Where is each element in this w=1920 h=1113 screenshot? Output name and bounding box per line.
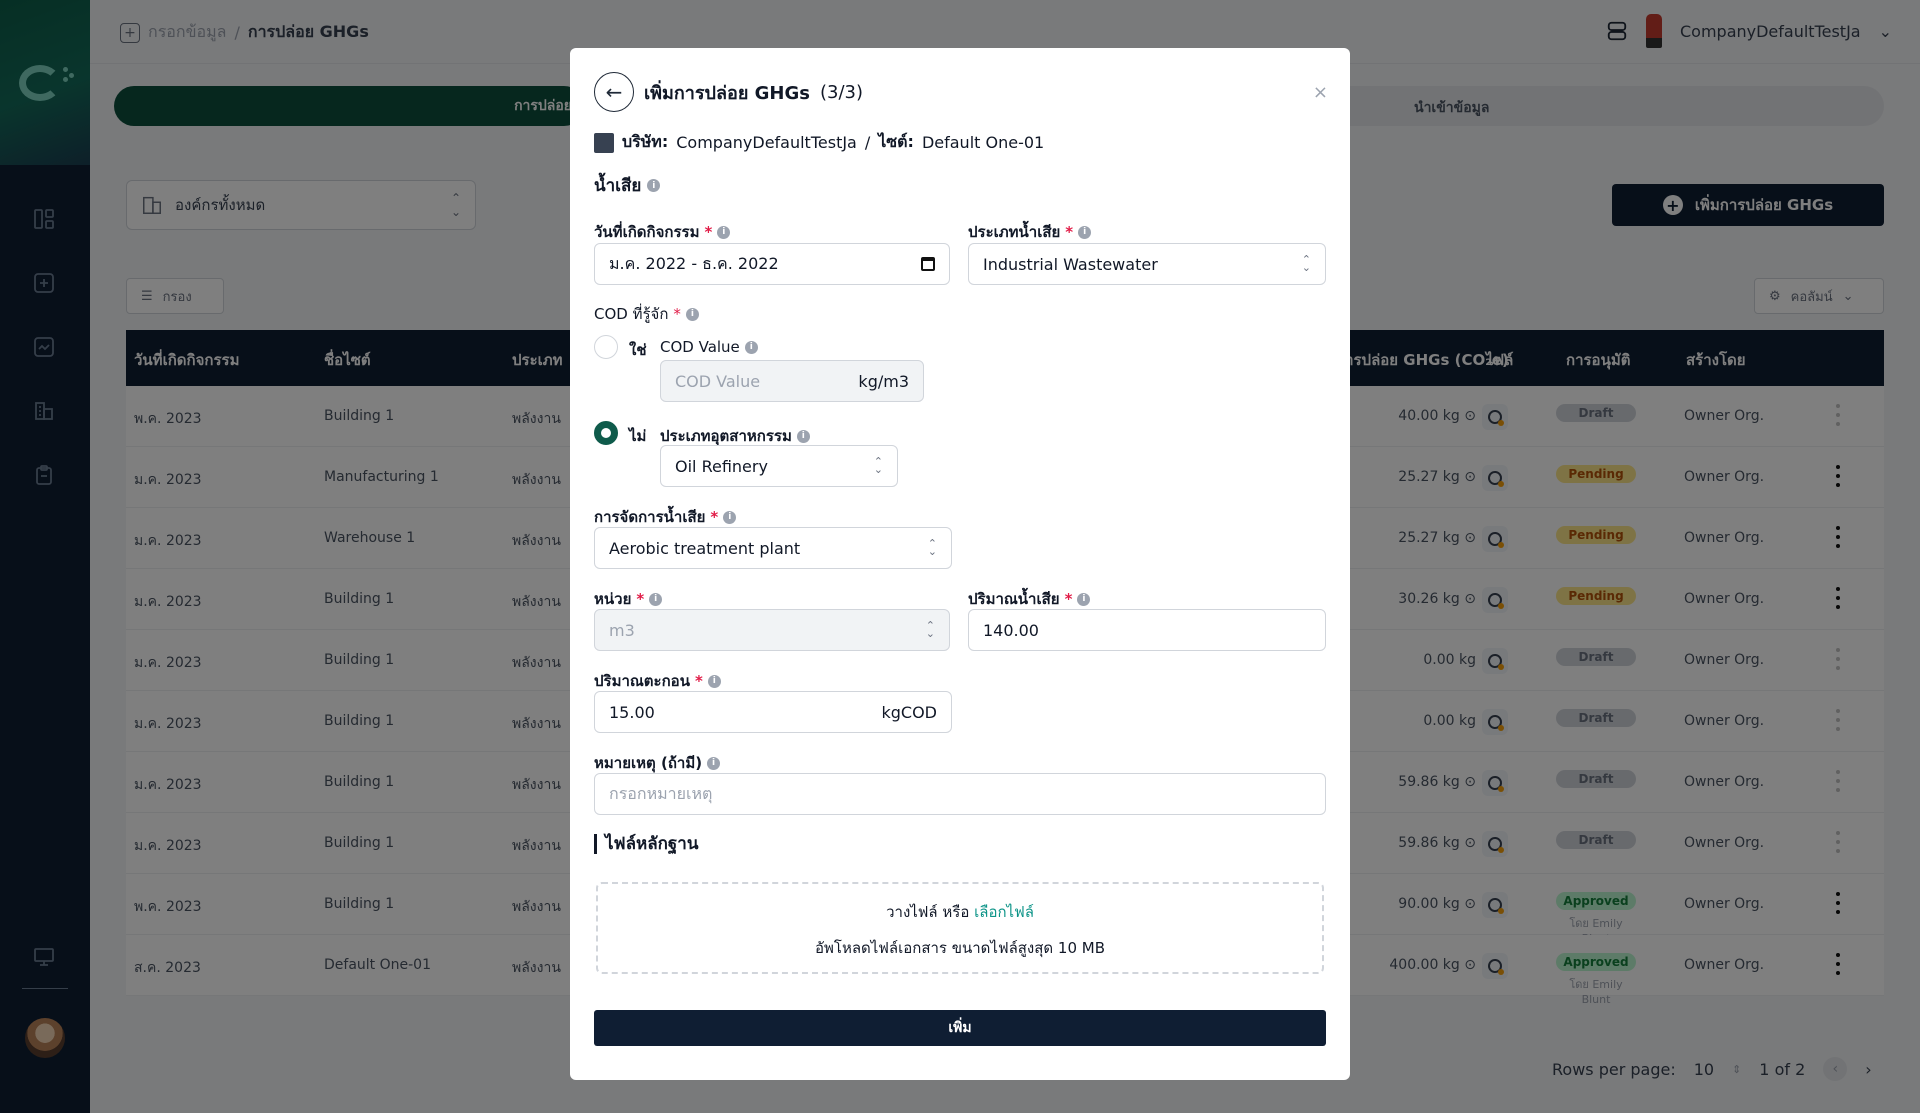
cod-value-input[interactable]: COD Value kg/m3 <box>660 360 924 402</box>
info-icon[interactable]: i <box>717 225 731 239</box>
cod-yes-radio[interactable] <box>594 335 618 359</box>
info-icon[interactable]: i <box>707 756 721 770</box>
cod-yes-label: ใช่ <box>629 341 647 359</box>
volume-label: ปริมาณน้ำเสีย * i <box>968 587 1091 611</box>
wastewater-type-value: Industrial Wastewater <box>983 254 1158 274</box>
chevron-updown-icon: ⌃⌄ <box>925 619 935 640</box>
site-label: ไซต์: <box>878 132 914 151</box>
volume-value: 140.00 <box>983 620 1039 640</box>
dropzone-text: วางไฟล์ หรือ <box>886 903 970 921</box>
unit-label-text: หน่วย <box>594 590 632 608</box>
cod-known-label-text: COD ที่รู้จัก <box>594 305 669 323</box>
date-range-value: ม.ค. 2022 - ธ.ค. 2022 <box>609 253 779 273</box>
info-icon[interactable]: i <box>744 340 758 354</box>
unit-select[interactable]: m3 ⌃ ⌄ <box>594 609 950 651</box>
wastewater-type-label-text: ประเภทน้ำเสีย <box>968 223 1061 241</box>
choose-file-link[interactable]: เลือกไฟล์ <box>974 903 1034 921</box>
cod-no-radio[interactable] <box>594 421 618 445</box>
unit-value: m3 <box>609 620 635 640</box>
sludge-value: 15.00 <box>609 702 655 722</box>
wastewater-type-select[interactable]: Industrial Wastewater ⌃ ⌄ <box>968 243 1326 285</box>
sludge-label: ปริมาณตะกอน * i <box>594 669 721 693</box>
arrow-left-icon: ← <box>605 80 623 104</box>
modal-company-info: บริษัท: CompanyDefaultTestJa / ไซต์: Def… <box>594 130 1044 155</box>
dropzone-hint: อัพโหลดไฟล์เอกสาร ขนาดไฟล์สูงสุด 10 MB <box>814 939 1105 957</box>
modal-title: เพิ่มการปล่อย GHGs <box>644 82 810 104</box>
industry-select[interactable]: Oil Refinery ⌃ ⌄ <box>660 445 898 487</box>
info-icon[interactable]: i <box>707 674 721 688</box>
submit-button[interactable]: เพิ่ม <box>594 1010 1326 1046</box>
treatment-value: Aerobic treatment plant <box>609 538 801 558</box>
treatment-label-text: การจัดการน้ำเสีย <box>594 508 706 526</box>
site-value: Default One-01 <box>921 133 1045 152</box>
company-value: CompanyDefaultTestJa <box>676 133 857 152</box>
volume-input[interactable]: 140.00 <box>968 609 1326 651</box>
wastewater-type-label: ประเภทน้ำเสีย * i <box>968 220 1092 244</box>
company-label: บริษัท: <box>622 132 669 151</box>
cod-value-label: COD Value i <box>660 338 758 356</box>
section-title: น้ำเสีย i <box>594 172 661 199</box>
cod-no-label: ไม่ <box>629 427 647 445</box>
treatment-label: การจัดการน้ำเสีย * i <box>594 505 737 529</box>
sludge-input[interactable]: 15.00 kgCOD <box>594 691 952 733</box>
modal-step: (3/3) <box>819 81 863 103</box>
note-input[interactable]: กรอกหมายเหตุ <box>594 773 1326 815</box>
note-label-text: หมายเหตุ (ถ้ามี) <box>594 754 703 772</box>
info-icon[interactable]: i <box>723 510 737 524</box>
file-dropzone[interactable]: วางไฟล์ หรือ เลือกไฟล์ อัพโหลดไฟล์เอกสาร… <box>596 882 1324 974</box>
date-label-text: วันที่เกิดกิจกรรม <box>594 223 700 241</box>
info-icon[interactable]: i <box>1077 592 1091 606</box>
evidence-title: ไฟล์หลักฐาน <box>594 834 698 854</box>
back-button[interactable]: ← <box>594 72 634 112</box>
info-icon[interactable]: i <box>796 429 810 443</box>
note-placeholder: กรอกหมายเหตุ <box>609 783 713 803</box>
treatment-select[interactable]: Aerobic treatment plant ⌃ ⌄ <box>594 527 952 569</box>
building-icon <box>594 132 614 153</box>
date-range-input[interactable]: ม.ค. 2022 - ธ.ค. 2022 <box>594 243 950 285</box>
cod-known-label: COD ที่รู้จัก * i <box>594 302 699 326</box>
section-title-text: น้ำเสีย <box>594 176 642 196</box>
add-ghg-modal: ← เพิ่มการปล่อย GHGs (3/3) × บริษัท: Com… <box>570 48 1350 1080</box>
chevron-updown-icon: ⌃⌄ <box>1301 253 1311 274</box>
info-icon[interactable]: i <box>647 179 661 192</box>
sludge-label-text: ปริมาณตะกอน <box>594 672 690 690</box>
volume-label-text: ปริมาณน้ำเสีย <box>968 590 1060 608</box>
unit-label: หน่วย * i <box>594 587 663 611</box>
cod-value-placeholder: COD Value <box>675 371 761 391</box>
chevron-updown-icon: ⌃⌄ <box>927 537 937 558</box>
calendar-icon[interactable] <box>921 257 935 271</box>
sludge-unit: kgCOD <box>881 702 937 722</box>
date-label: วันที่เกิดกิจกรรม * i <box>594 220 731 244</box>
note-label: หมายเหตุ (ถ้ามี) i <box>594 751 721 775</box>
info-icon[interactable]: i <box>649 592 663 606</box>
modal-header: ← เพิ่มการปล่อย GHGs (3/3) <box>594 72 863 112</box>
info-icon[interactable]: i <box>685 307 699 321</box>
cod-value-label-text: COD Value <box>660 338 740 356</box>
info-icon[interactable]: i <box>1078 225 1092 239</box>
cod-unit: kg/m3 <box>858 371 909 391</box>
industry-value: Oil Refinery <box>675 456 768 476</box>
site-separator: / <box>864 133 871 152</box>
chevron-updown-icon: ⌃⌄ <box>873 455 883 476</box>
dropzone-text-line: วางไฟล์ หรือ เลือกไฟล์ <box>598 900 1322 924</box>
close-button[interactable]: × <box>1313 82 1328 103</box>
